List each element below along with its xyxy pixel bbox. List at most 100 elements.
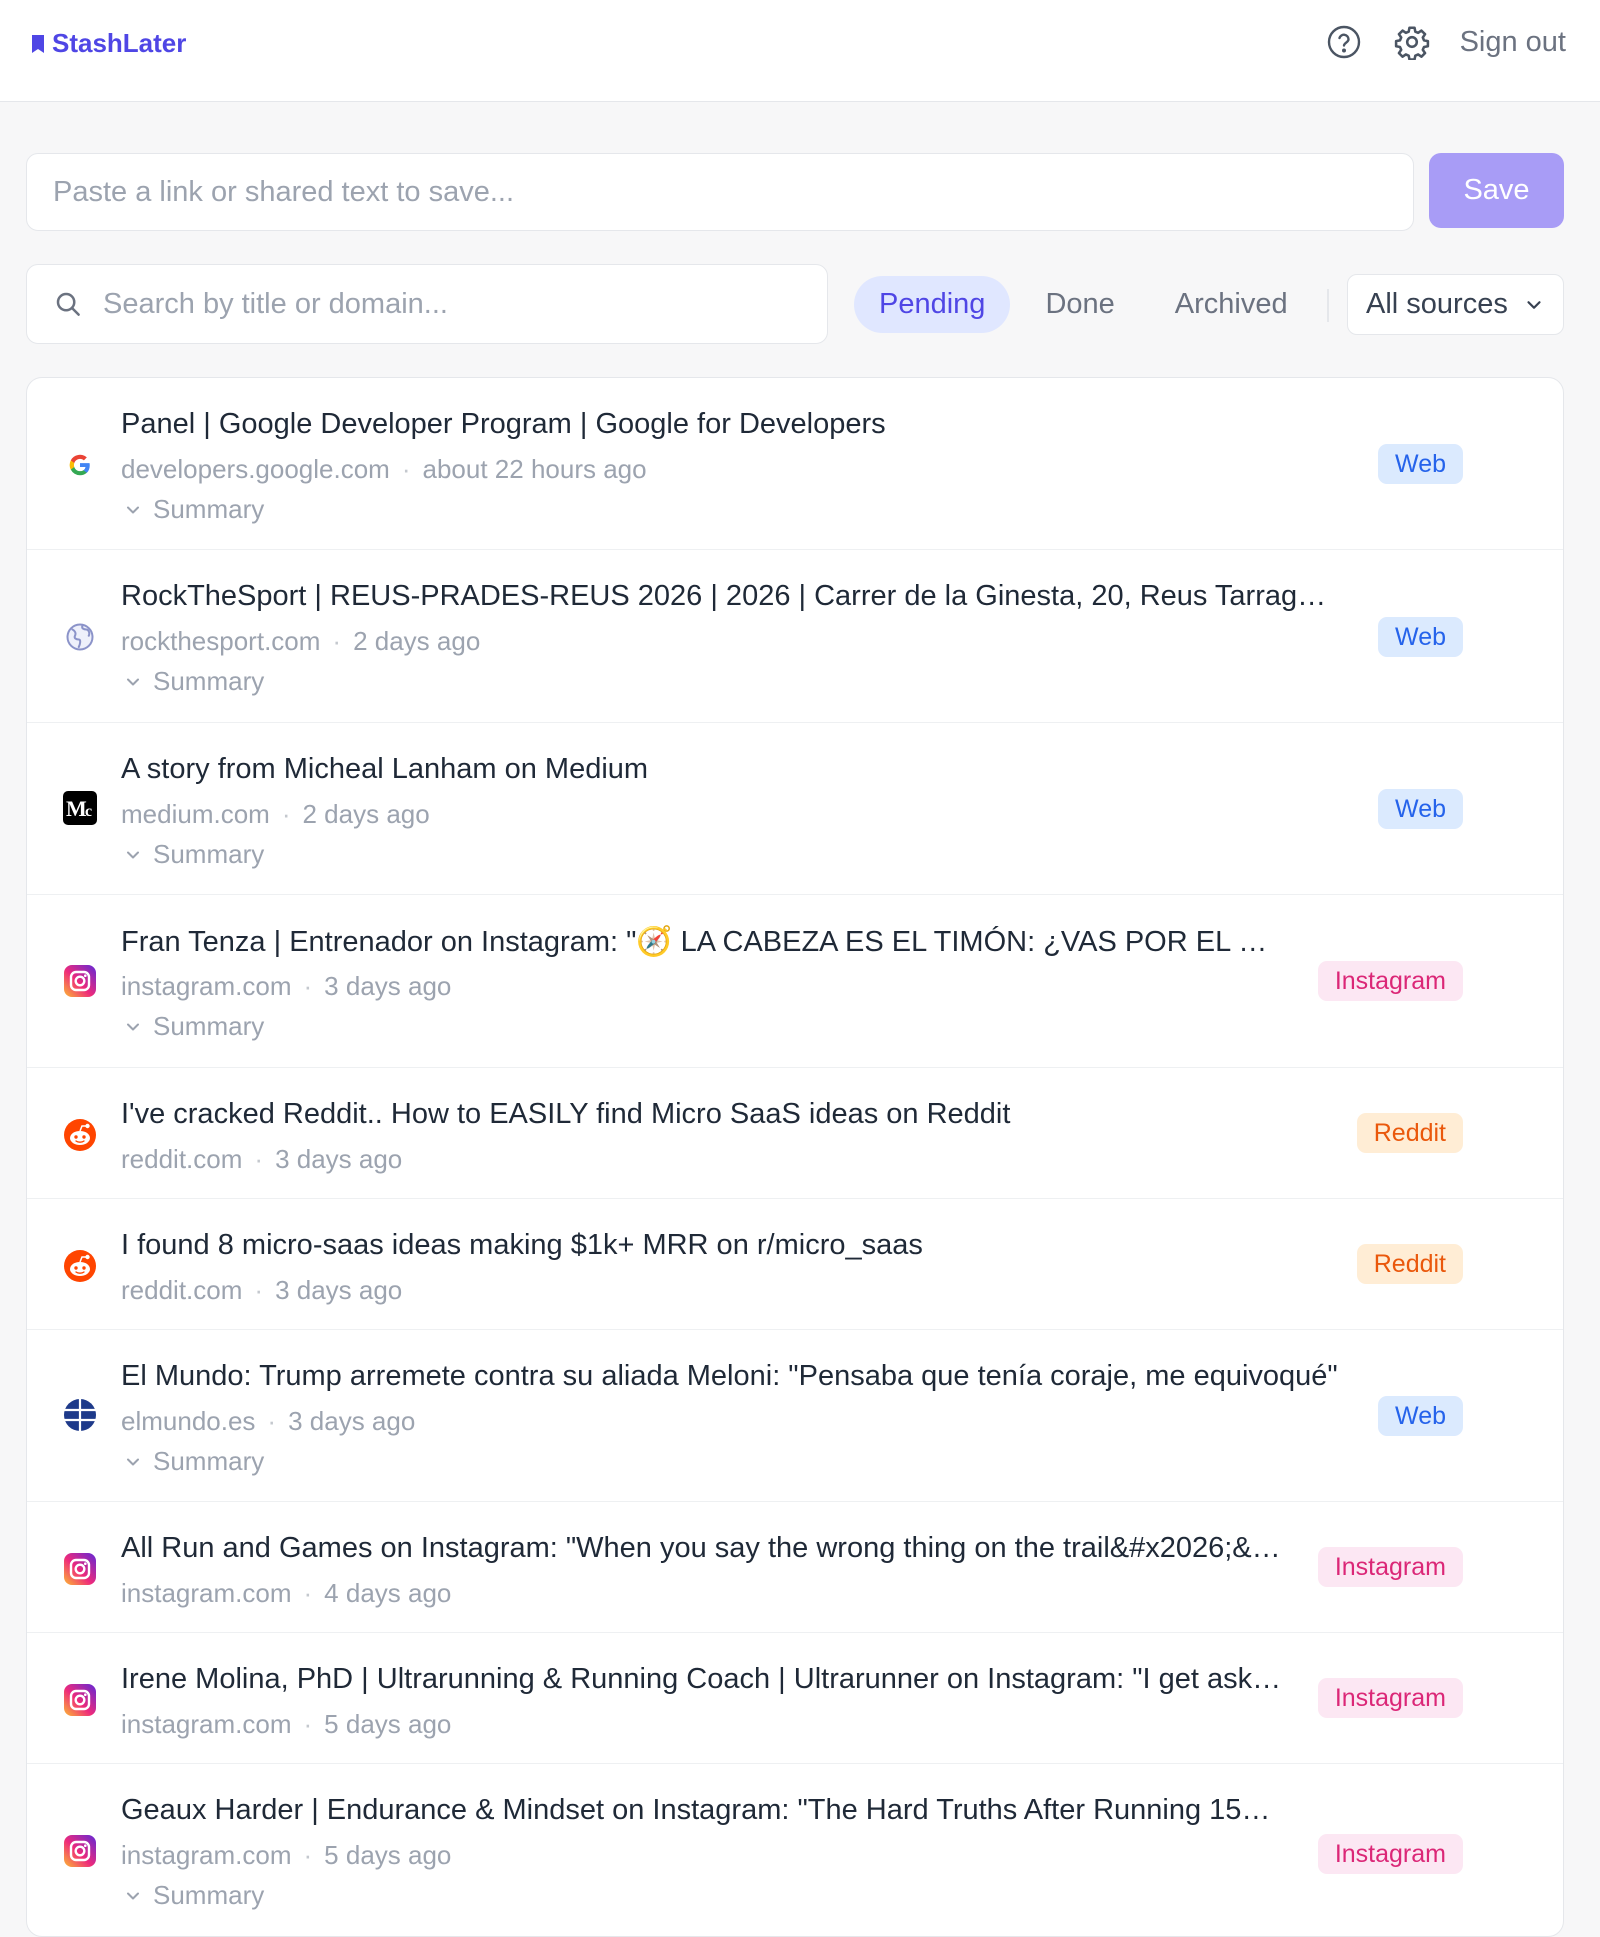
list-item[interactable]: RockTheSport | REUS-PRADES-REUS 2026 | 2… (27, 550, 1563, 723)
item-domain: developers.google.com (121, 454, 390, 484)
summary-label: Summary (153, 1446, 265, 1476)
item-domain: reddit.com (121, 1275, 243, 1305)
summary-toggle[interactable]: Summary (123, 1011, 264, 1042)
list-item[interactable]: Fran Tenza | Entrenador on Instagram: "🧭… (27, 895, 1563, 1068)
reddit-icon (63, 1249, 97, 1283)
item-time: 3 days ago (275, 1275, 403, 1305)
item-title[interactable]: RockTheSport | REUS-PRADES-REUS 2026 | 2… (121, 580, 1326, 613)
item-domain: instagram.com (121, 971, 292, 1001)
list-item[interactable]: El Mundo: Trump arremete contra su aliad… (27, 1330, 1563, 1502)
search-field-wrapper (26, 264, 828, 344)
chevron-down-icon (127, 1023, 139, 1030)
gear-icon[interactable] (1392, 22, 1432, 62)
source-badge: Web (1378, 1396, 1463, 1436)
save-button[interactable]: Save (1429, 153, 1564, 228)
tab-divider (1327, 289, 1329, 322)
list-item[interactable]: All Run and Games on Instagram: "When yo… (27, 1502, 1563, 1633)
search-input[interactable] (83, 265, 827, 343)
item-meta: instagram.com · 4 days ago (121, 1578, 452, 1608)
item-domain: instagram.com (121, 1840, 292, 1870)
item-meta: developers.google.com · about 22 hours ago (121, 454, 647, 484)
svg-text:c: c (85, 803, 92, 820)
item-title[interactable]: I've cracked Reddit.. How to EASILY find… (121, 1098, 1010, 1131)
summary-toggle[interactable]: Summary (123, 666, 264, 697)
source-badge: Instagram (1317, 961, 1463, 1001)
list-item[interactable]: I found 8 micro-saas ideas making $1k+ M… (27, 1199, 1563, 1330)
summary-label: Summary (153, 666, 265, 696)
summary-toggle[interactable]: Summary (123, 494, 264, 525)
chevron-down-icon (127, 851, 139, 858)
item-title[interactable]: Fran Tenza | Entrenador on Instagram: "🧭… (121, 925, 1267, 959)
source-filter-select[interactable]: All sources (1347, 274, 1564, 335)
instagram-icon (63, 1834, 97, 1868)
summary-label: Summary (153, 1011, 265, 1041)
item-title[interactable]: All Run and Games on Instagram: "When yo… (121, 1532, 1281, 1565)
status-tabs: Pending Done Archived (854, 276, 1323, 333)
item-time: 5 days ago (324, 1709, 452, 1739)
instagram-icon (63, 1683, 97, 1717)
paste-field-wrapper (26, 153, 1414, 231)
sign-out-link[interactable]: Sign out (1460, 26, 1566, 59)
chevron-down-icon (1527, 300, 1541, 309)
source-badge: Reddit (1356, 1113, 1463, 1153)
instagram-icon (63, 1552, 97, 1586)
tab-pending[interactable]: Pending (854, 276, 1011, 333)
item-title[interactable]: I found 8 micro-saas ideas making $1k+ M… (121, 1229, 923, 1262)
chevron-down-icon (127, 1892, 139, 1899)
summary-toggle[interactable]: Summary (123, 1880, 264, 1911)
summary-toggle[interactable]: Summary (123, 839, 264, 870)
summary-toggle[interactable]: Summary (123, 1446, 264, 1477)
item-time: 4 days ago (324, 1578, 452, 1608)
item-title[interactable]: El Mundo: Trump arremete contra su aliad… (121, 1360, 1338, 1393)
tab-done[interactable]: Done (1020, 276, 1139, 333)
item-meta: instagram.com · 5 days ago (121, 1840, 452, 1870)
item-meta: reddit.com · 3 days ago (121, 1275, 403, 1305)
item-time: 3 days ago (288, 1406, 416, 1436)
item-meta: elmundo.es · 3 days ago (121, 1406, 416, 1436)
item-meta: medium.com · 2 days ago (121, 799, 430, 829)
item-title[interactable]: A story from Micheal Lanham on Medium (121, 753, 648, 786)
item-time: 5 days ago (324, 1840, 452, 1870)
item-time: 2 days ago (302, 799, 430, 829)
source-badge: Web (1378, 444, 1463, 484)
svg-text:M: M (66, 796, 87, 821)
summary-label: Summary (153, 839, 265, 869)
google-icon (63, 448, 97, 482)
elmundo-icon (63, 1398, 97, 1432)
list-item[interactable]: Panel | Google Developer Program | Googl… (27, 378, 1563, 550)
item-domain: instagram.com (121, 1709, 292, 1739)
item-title[interactable]: Panel | Google Developer Program | Googl… (121, 408, 886, 441)
source-badge: Instagram (1317, 1547, 1463, 1587)
item-domain: rockthesport.com (121, 626, 321, 656)
list-item[interactable]: Geaux Harder | Endurance & Mindset on In… (27, 1764, 1563, 1936)
list-item[interactable]: Irene Molina, PhD | Ultrarunning & Runni… (27, 1633, 1563, 1764)
item-meta: reddit.com · 3 days ago (121, 1144, 403, 1174)
tab-archived[interactable]: Archived (1150, 276, 1313, 333)
paste-link-input[interactable] (27, 154, 1413, 230)
globe-icon (63, 620, 97, 654)
instagram-icon (63, 964, 97, 998)
source-badge: Reddit (1356, 1244, 1463, 1284)
item-meta: instagram.com · 5 days ago (121, 1709, 452, 1739)
item-title[interactable]: Geaux Harder | Endurance & Mindset on In… (121, 1794, 1270, 1827)
app-name: StashLater (52, 28, 187, 58)
item-time: 2 days ago (353, 626, 481, 656)
header-actions: Sign out (1324, 22, 1566, 62)
saved-items-list: Panel | Google Developer Program | Googl… (26, 377, 1564, 1937)
top-bar: StashLater Sign out (0, 0, 1600, 102)
source-badge: Web (1378, 789, 1463, 829)
item-domain: reddit.com (121, 1144, 243, 1174)
chevron-down-icon (127, 678, 139, 685)
source-badge: Instagram (1317, 1678, 1463, 1718)
bookmark-icon (32, 34, 44, 53)
summary-label: Summary (153, 1880, 265, 1910)
chevron-down-icon (127, 1458, 139, 1465)
item-domain: medium.com (121, 799, 270, 829)
help-icon[interactable] (1324, 22, 1364, 62)
search-icon (56, 292, 80, 316)
list-item[interactable]: M c A story from Micheal Lanham on Mediu… (27, 723, 1563, 895)
brand-logo[interactable]: StashLater (30, 28, 186, 59)
item-title[interactable]: Irene Molina, PhD | Ultrarunning & Runni… (121, 1663, 1281, 1696)
list-item[interactable]: I've cracked Reddit.. How to EASILY find… (27, 1068, 1563, 1199)
item-time: about 22 hours ago (422, 454, 647, 484)
